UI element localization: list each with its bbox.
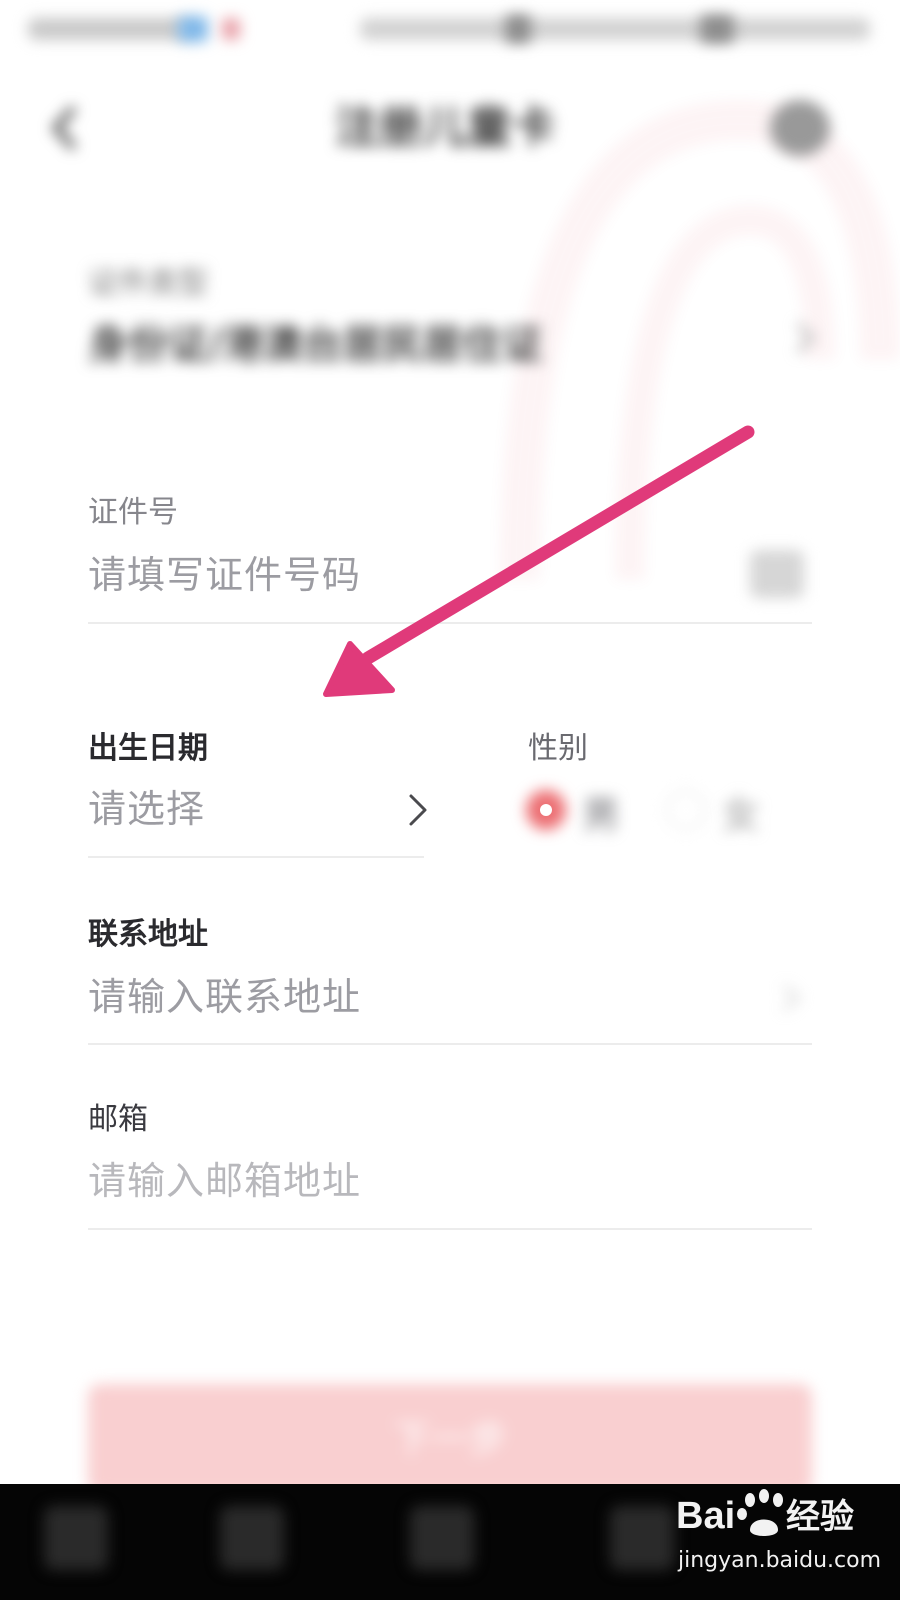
gender-female-label[interactable]: 女 — [722, 784, 772, 837]
chevron-right-icon — [796, 322, 815, 354]
svg-text:经验: 经验 — [786, 1497, 854, 1537]
address-label: 联系地址 — [88, 917, 208, 952]
doc-type-label: 证件类型 — [88, 266, 208, 301]
email-label: 邮箱 — [88, 1102, 148, 1137]
signal-icon — [505, 15, 531, 43]
notification-icon — [178, 16, 208, 42]
page-title: 注册儿童卡 — [335, 102, 555, 153]
email-input[interactable] — [88, 1154, 688, 1210]
svg-text:Bai: Bai — [676, 1495, 735, 1537]
status-indicators — [360, 18, 870, 40]
carrier-info — [28, 18, 188, 40]
scan-icon[interactable] — [750, 550, 804, 598]
divider — [88, 1043, 812, 1045]
radio-selected-dot — [540, 804, 552, 816]
chevron-right-icon[interactable] — [405, 788, 431, 832]
customer-service-icon[interactable] — [770, 100, 830, 156]
doc-type-select[interactable]: 身份证/港澳台居民居住证 — [88, 312, 608, 368]
gender-label: 性别 — [528, 731, 588, 766]
divider — [88, 856, 424, 858]
baidu-jingyan-logo: Bai 经验 — [676, 1489, 854, 1537]
back-icon[interactable] — [220, 1506, 284, 1570]
recent-apps-icon[interactable] — [610, 1506, 674, 1570]
notification-icon — [222, 18, 240, 40]
id-number-label: 证件号 — [88, 495, 178, 530]
menu-icon[interactable] — [44, 1506, 108, 1570]
address-input[interactable] — [88, 970, 688, 1026]
gender-female-radio[interactable] — [666, 790, 706, 830]
divider — [88, 622, 812, 624]
watermark-url: jingyan.baidu.com — [678, 1548, 882, 1573]
id-number-input[interactable] — [88, 548, 688, 604]
chevron-right-icon[interactable] — [778, 978, 804, 1018]
status-bar — [0, 0, 900, 62]
home-icon[interactable] — [410, 1506, 474, 1570]
birth-date-select[interactable]: 请选择 — [88, 783, 328, 839]
back-arrow-icon[interactable] — [44, 100, 88, 156]
battery-icon — [700, 15, 734, 43]
divider — [88, 1228, 812, 1230]
gender-male-label[interactable]: 男 — [582, 784, 632, 837]
birth-date-label: 出生日期 — [88, 731, 208, 766]
